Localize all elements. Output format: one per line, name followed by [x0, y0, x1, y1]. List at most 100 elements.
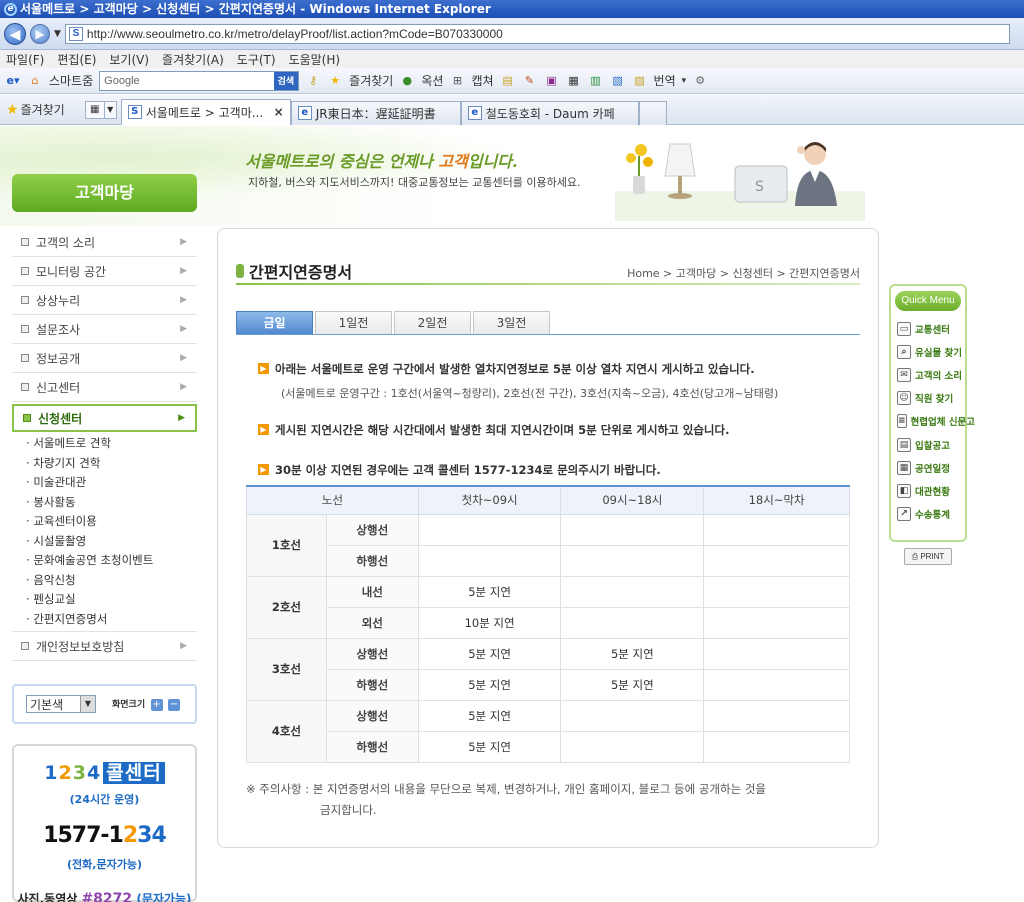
quick-menu-item-partner-petition[interactable]: ≡ 현렵업체 신문고 [891, 410, 975, 433]
browser-tab-daum[interactable]: e 철도동호회 - Daum 카페 [460, 100, 639, 125]
back-button[interactable]: ◀ [4, 22, 26, 45]
chevron-down-icon[interactable]: ▼ [80, 696, 95, 712]
menu-favorites[interactable]: 즐겨찾기(A) [162, 51, 224, 68]
tool-icon-4[interactable]: ▥ [588, 73, 604, 89]
nav-item-survey[interactable]: 설문조사 ▶ [12, 315, 197, 344]
nav-bullet-icon [21, 383, 29, 391]
favorites-center-icon[interactable]: ★ [6, 102, 19, 118]
tool-icon-1[interactable]: ▤ [500, 73, 516, 89]
tab-today[interactable]: 금일 [236, 311, 313, 334]
document-icon: ≡ [897, 414, 907, 429]
subnav-item[interactable]: 차량기지 견학 [26, 454, 197, 474]
col-header-morning: 첫차~09시 [417, 486, 562, 515]
google-search-input[interactable]: Google 검색 [99, 70, 300, 91]
home-icon[interactable]: ⌂ [27, 73, 43, 89]
subnav-item[interactable]: 서울메트로 견학 [26, 434, 197, 454]
nav-label: 모니터링 공간 [36, 264, 107, 279]
subnav-item[interactable]: 미술관대관 [26, 473, 197, 493]
chat-icon: ✉ [897, 367, 911, 382]
delay-cell: 5분 지연 [417, 668, 562, 701]
menu-view[interactable]: 보기(V) [109, 51, 149, 68]
quick-menu-item-lost-found[interactable]: ⌕ 유실물 찾기 [891, 340, 965, 363]
browser-tab-jr[interactable]: e JR東日本：遅延証明書 [290, 100, 461, 125]
settings-icon[interactable]: ⚙ [692, 73, 708, 89]
zoom-in-button[interactable]: + [150, 699, 163, 711]
quick-menu-item-performances[interactable]: ▦ 공연일정 [891, 456, 965, 479]
more-dropdown-icon[interactable]: ▾ [682, 76, 687, 86]
nav-bullet-icon [21, 642, 29, 650]
table-header-row: 노선 첫차~09시 09시~18시 18시~막차 [246, 486, 850, 515]
nav-item-application-center[interactable]: 신청센터 ▶ [12, 404, 197, 432]
options-button[interactable]: 옥션 [421, 72, 443, 89]
menu-help[interactable]: 도움말(H) [289, 51, 341, 68]
menu-tools[interactable]: 도구(T) [237, 51, 276, 68]
col-header-evening: 18시~막차 [703, 486, 850, 515]
nav-item-customer-voice[interactable]: 고객의 소리 ▶ [12, 228, 197, 257]
tab-list-dropdown-icon[interactable]: ▼ [104, 100, 117, 119]
quick-menu-item-staff-search[interactable]: ☺ 직원 찾기 [891, 387, 965, 410]
menu-file[interactable]: 파일(F) [6, 51, 44, 68]
nav-item-report-center[interactable]: 신고센터 ▶ [12, 373, 197, 402]
number-part: 1577-1 [43, 823, 124, 848]
subnav-item-delay-certificate[interactable]: 간편지연증명서 [26, 610, 197, 630]
line-cell: 3호선 [246, 637, 327, 701]
quick-tabs-icon[interactable]: ▦ [84, 100, 105, 119]
menu-edit[interactable]: 편집(E) [57, 51, 96, 68]
nav-item-disclosure[interactable]: 정보공개 ▶ [12, 344, 197, 373]
subnav-item[interactable]: 봉사활동 [26, 493, 197, 513]
translate-icon: ▨ [634, 73, 645, 87]
tool-icon-5[interactable]: ▧ [610, 73, 626, 89]
subnav-item[interactable]: 교육센터이용 [26, 512, 197, 532]
quick-menu-item-customer-voice[interactable]: ✉ 고객의 소리 [891, 363, 965, 386]
tab-close-icon[interactable]: × [274, 105, 284, 119]
ie-menu-icon[interactable]: e▾ [5, 73, 21, 89]
new-tab-button[interactable] [638, 100, 667, 125]
monitor-icon: S [734, 165, 788, 203]
tool-icon-2[interactable]: ✎ [522, 73, 538, 89]
capture-button[interactable]: 캡쳐 [471, 72, 493, 89]
lamp-icon [664, 143, 696, 199]
print-button[interactable]: ⎙ PRINT [904, 548, 952, 565]
page-favicon-icon: S [68, 26, 83, 41]
key-icon[interactable]: ⚷ [305, 73, 321, 89]
direction-cell: 상행선 [325, 637, 419, 670]
tab-label: JR東日本：遅延証明書 [315, 106, 436, 121]
call-center-note: (전화,문자가능) [67, 858, 142, 871]
zoom-out-button[interactable]: − [168, 699, 181, 711]
forward-button[interactable]: ▶ [30, 23, 50, 44]
nav-item-monitoring[interactable]: 모니터링 공간 ▶ [12, 257, 197, 286]
call-center-banner[interactable]: 1234 콜센터 (24시간 운영) 1577-1234 (전화,문자가능) 사진… [12, 744, 197, 902]
translate-button[interactable]: 번역 [654, 72, 676, 89]
delay-cell [703, 637, 850, 670]
tab-3-days-ago[interactable]: 3일전 [473, 311, 550, 334]
search-button[interactable]: 검색 [273, 71, 299, 90]
quick-menu-item-rental-status[interactable]: ◧ 대관현황 [891, 479, 965, 502]
save-icon[interactable]: ▦ [566, 73, 582, 89]
mms-number: 사진,동영상 #8272 (문자가능) [14, 890, 195, 902]
subnav-item[interactable]: 음악신청 [26, 571, 197, 591]
quick-menu-item-traffic-center[interactable]: ▭ 교통센터 [891, 317, 965, 340]
smartzoom-label[interactable]: 스마트줌 [49, 72, 93, 89]
tab-1-day-ago[interactable]: 1일전 [315, 311, 392, 334]
tab-2-days-ago[interactable]: 2일전 [394, 311, 471, 334]
section-title-tab[interactable]: 고객마당 [12, 174, 197, 212]
subnav-item[interactable]: 펜싱교실 [26, 590, 197, 610]
nav-item-privacy-policy[interactable]: 개인정보보호방침 ▶ [12, 632, 197, 661]
url-field[interactable]: S http://www.seoulmetro.co.kr/metro/dela… [64, 23, 1010, 44]
call-center-label: 콜센터 [103, 762, 165, 784]
browser-tab-seoulmetro[interactable]: S 서울메트로 > 고객마... × [120, 98, 291, 125]
quick-menu-item-transport-stats[interactable]: ↗ 수송통계 [891, 503, 965, 526]
color-select[interactable]: 기본색 ▼ [26, 695, 96, 713]
subnav-item[interactable]: 문화예술공연 초청이벤트 [26, 551, 197, 571]
delay-cell [560, 513, 705, 546]
window-title: 서울메트로 > 고객마당 > 신청센터 > 간편지연증명서 - Windows … [20, 2, 491, 16]
delay-cell [703, 699, 850, 732]
favorites-button[interactable]: 즐겨찾기 [349, 72, 393, 89]
quick-menu-item-bid-notice[interactable]: ▤ 입찰공고 [891, 433, 965, 456]
subnav-item[interactable]: 시설물촬영 [26, 532, 197, 552]
tool-icon-3[interactable]: ▣ [544, 73, 560, 89]
history-dropdown-icon[interactable]: ▼ [54, 29, 61, 39]
favorites-center-label[interactable]: 즐겨찾기 [21, 101, 65, 118]
qm-label: 교통센터 [915, 324, 950, 336]
nav-item-imagination[interactable]: 상상누리 ▶ [12, 286, 197, 315]
